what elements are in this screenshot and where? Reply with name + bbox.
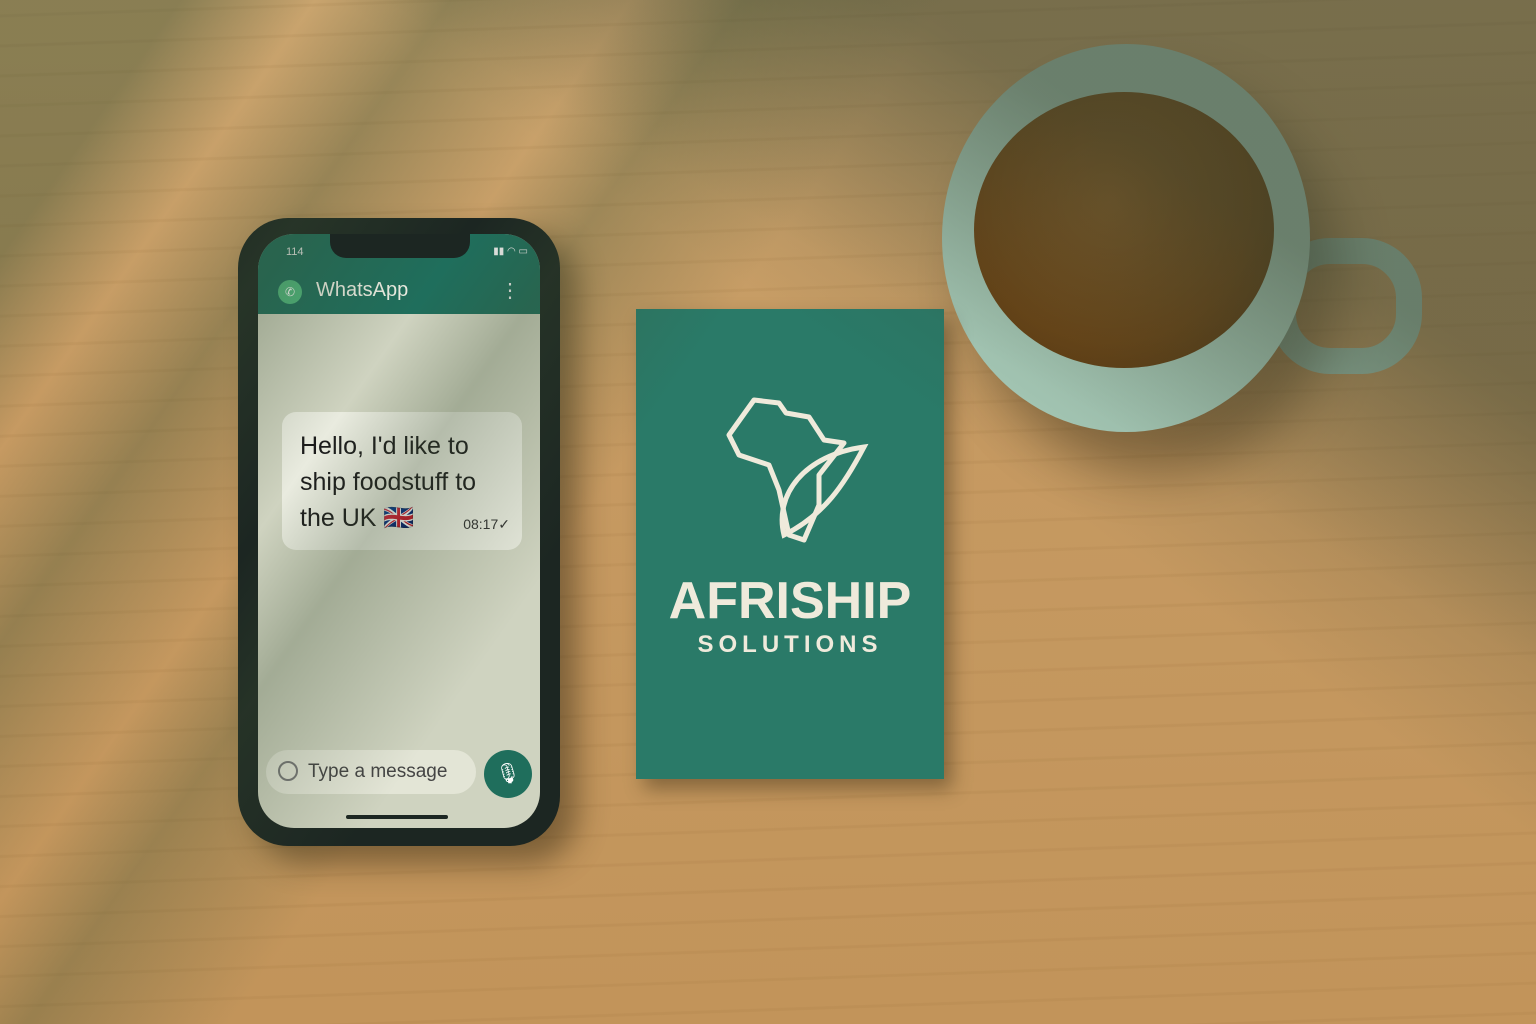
mic-button[interactable]: 🎙	[484, 750, 532, 798]
brand-name: AFRISHIP	[668, 572, 912, 630]
message-bubble: Hello, I'd like to ship foodstuff to the…	[282, 412, 522, 550]
tea	[974, 92, 1274, 368]
home-indicator[interactable]	[346, 815, 448, 819]
tea-cup	[942, 44, 1310, 432]
smartphone: 114 ▮▮ ◠ ▭ ✆ WhatsApp ⋮ Hello, I'd like …	[238, 218, 560, 846]
status-time: 114	[286, 246, 304, 258]
microphone-icon: 🎙	[495, 763, 521, 785]
message-text: Hello, I'd like to ship foodstuff to the…	[300, 432, 477, 532]
africa-leaf-logo-icon	[726, 397, 869, 543]
input-placeholder: Type a message	[308, 761, 448, 782]
message-time: 08:17	[463, 516, 499, 532]
app-title: WhatsApp	[316, 279, 409, 301]
business-card: AFRISHIP SOLUTIONS	[636, 309, 944, 779]
message-input[interactable]: Type a message	[266, 750, 476, 794]
signal-wifi-battery-icon: ▮▮ ◠ ▭	[493, 246, 528, 257]
whatsapp-logo-icon: ✆	[278, 280, 302, 304]
check-icon: ✓	[498, 516, 510, 532]
notch	[330, 234, 470, 258]
brand-subtitle: SOLUTIONS	[697, 631, 883, 658]
emoji-icon[interactable]	[278, 761, 298, 781]
phone-screen: 114 ▮▮ ◠ ▭ ✆ WhatsApp ⋮ Hello, I'd like …	[258, 234, 540, 828]
more-menu-icon[interactable]: ⋮	[500, 278, 520, 303]
